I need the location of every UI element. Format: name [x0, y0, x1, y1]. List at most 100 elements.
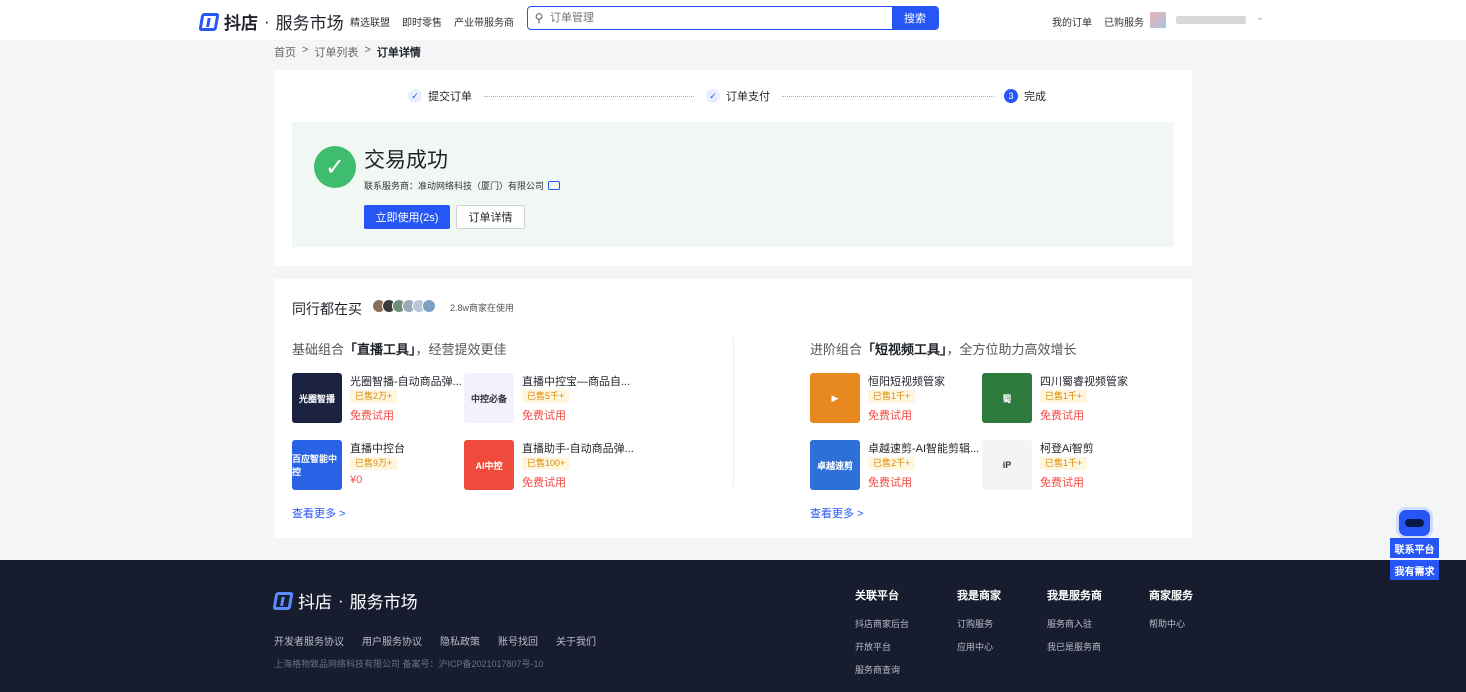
contact-platform-button[interactable]: 联系平台: [1390, 538, 1439, 558]
combo-title: 进阶组合「短视频工具」，全方位助力高效增长: [810, 339, 1077, 358]
success-title: 交易成功: [364, 149, 448, 172]
logo-icon: [272, 591, 294, 610]
top-nav: 精选联盟 即时零售 产业带服务商: [350, 14, 514, 29]
product-card[interactable]: 百应智能中控 直播中控台 已售9万+ ¥0: [292, 440, 462, 490]
product-card[interactable]: AI中控 直播助手-自动商品弹... 已售100+ 免费试用: [464, 440, 634, 490]
footer-column-title: 我是服务商: [1047, 590, 1102, 602]
product-thumbnail[interactable]: 蜀: [982, 373, 1032, 423]
vendor-contact: 联系服务商：准动网络科技（厦门）有限公司: [364, 179, 561, 192]
footer-column: 我是商家订购服务应用中心: [957, 587, 1001, 663]
order-steps: ✓ 提交订单 ✓ 订单支付 3 完成: [408, 88, 1048, 104]
product-name[interactable]: 卓越速剪-AI智能剪辑...: [868, 440, 983, 456]
product-card[interactable]: 卓越速剪 卓越速剪-AI智能剪辑... 已售2千+ 免费试用: [810, 440, 980, 490]
product-price: 免费试用: [350, 410, 394, 422]
step-submit: ✓ 提交订单: [408, 88, 472, 104]
footer-column-link[interactable]: 开放平台: [855, 640, 909, 653]
thumbnail-text: 光圈智播: [298, 393, 335, 404]
product-price: 免费试用: [1040, 477, 1084, 489]
footer-column-link[interactable]: 帮助中心: [1149, 617, 1193, 630]
my-orders-link[interactable]: 我的订单: [1052, 14, 1092, 29]
footer-column-title: 我是商家: [957, 590, 1001, 602]
step-complete: 3 完成: [1004, 88, 1046, 104]
site-logo[interactable]: 抖店 · 服务市场: [198, 9, 344, 34]
purchased-services-link[interactable]: 已购服务: [1104, 14, 1144, 29]
product-name[interactable]: 直播中控宝—商品自...: [522, 373, 637, 389]
product-name[interactable]: 光圈智播-自动商品弹...: [350, 373, 465, 389]
footer-column-link[interactable]: 订购服务: [957, 617, 1001, 630]
product-name[interactable]: 柯登Ai智剪: [1040, 440, 1155, 456]
combo-prefix: 进阶组合: [810, 342, 863, 357]
users-count: 2.8w商家在使用: [450, 303, 515, 313]
product-price: 免费试用: [868, 410, 912, 422]
robot-icon[interactable]: [1396, 507, 1433, 539]
footer-column-link[interactable]: 我已是服务商: [1047, 640, 1102, 653]
product-thumbnail[interactable]: 光圈智播: [292, 373, 342, 423]
breadcrumb-separator: >: [364, 44, 371, 56]
view-more-link[interactable]: 查看更多 >: [810, 505, 863, 521]
product-price: 免费试用: [868, 477, 912, 489]
view-more-link[interactable]: 查看更多 >: [292, 505, 345, 521]
step-pay: ✓ 订单支付: [706, 88, 770, 104]
sold-badge: 已售9万+: [350, 457, 398, 470]
footer-column-title: 商家服务: [1149, 590, 1193, 602]
footer-link[interactable]: 开发者服务协议: [274, 633, 344, 648]
submit-need-button[interactable]: 我有需求: [1390, 560, 1439, 580]
use-now-button[interactable]: 立即使用(2s): [364, 205, 450, 229]
product-name[interactable]: 直播中控台: [350, 440, 465, 456]
product-price: 免费试用: [522, 477, 566, 489]
product-thumbnail[interactable]: 中控必备: [464, 373, 514, 423]
nav-link-industry[interactable]: 产业带服务商: [454, 14, 514, 29]
footer-link[interactable]: 关于我们: [556, 633, 596, 648]
product-name[interactable]: 恒阳短视频管家: [868, 373, 983, 389]
product-card[interactable]: 光圈智播 光圈智播-自动商品弹... 已售2万+ 免费试用: [292, 373, 462, 423]
product-name[interactable]: 直播助手-自动商品弹...: [522, 440, 637, 456]
chat-icon[interactable]: [548, 181, 561, 190]
step-label: 提交订单: [428, 91, 472, 103]
step-label: 订单支付: [726, 91, 770, 103]
sold-badge: 已售1千+: [868, 390, 916, 403]
product-thumbnail[interactable]: AI中控: [464, 440, 514, 490]
breadcrumb-order-list[interactable]: 订单列表: [314, 44, 358, 60]
thumbnail-text: ▶: [831, 392, 839, 403]
footer-link[interactable]: 账号找回: [498, 633, 538, 648]
product-name[interactable]: 四川蜀睿视频管家: [1040, 373, 1155, 389]
footer-column-link[interactable]: 应用中心: [957, 640, 1001, 653]
nav-link-instant-retail[interactable]: 即时零售: [402, 14, 442, 29]
combo-highlight: 「短视频工具」: [862, 342, 947, 357]
product-card[interactable]: iP 柯登Ai智剪 已售1千+ 免费试用: [982, 440, 1152, 490]
logo-brand: 抖店: [298, 593, 332, 612]
check-icon: ✓: [408, 89, 422, 103]
username-blurred[interactable]: [1176, 16, 1246, 24]
product-card[interactable]: 中控必备 直播中控宝—商品自... 已售5千+ 免费试用: [464, 373, 634, 423]
footer-column-link[interactable]: 服务商查询: [855, 663, 909, 676]
product-thumbnail[interactable]: 百应智能中控: [292, 440, 342, 490]
nav-link-featured[interactable]: 精选联盟: [350, 14, 390, 29]
search-button[interactable]: 搜索: [892, 7, 938, 29]
footer-link[interactable]: 用户服务协议: [362, 633, 422, 648]
step-connector: [782, 96, 994, 97]
product-thumbnail[interactable]: 卓越速剪: [810, 440, 860, 490]
footer-link[interactable]: 隐私政策: [440, 633, 480, 648]
footer-column-link[interactable]: 服务商入驻: [1047, 617, 1102, 630]
search-input[interactable]: [550, 7, 892, 29]
product-thumbnail[interactable]: ▶: [810, 373, 860, 423]
product-card[interactable]: 蜀 四川蜀睿视频管家 已售1千+ 免费试用: [982, 373, 1152, 423]
top-bar: 抖店 · 服务市场 精选联盟 即时零售 产业带服务商 ⚲ 搜索 我的订单 已购服…: [0, 0, 1466, 40]
avatar[interactable]: [1150, 12, 1166, 28]
sold-badge: 已售1千+: [1040, 457, 1088, 470]
footer-column: 关联平台 抖店商家后台 开放平台 服务商查询: [855, 587, 909, 686]
chevron-down-icon[interactable]: ⌄: [1256, 12, 1264, 23]
breadcrumb-home[interactable]: 首页: [274, 44, 296, 60]
footer-logo[interactable]: 抖店 · 服务市场: [272, 588, 418, 613]
step-label: 完成: [1024, 91, 1046, 103]
footer-column-link[interactable]: 抖店商家后台: [855, 617, 909, 630]
check-icon: ✓: [706, 89, 720, 103]
order-detail-button[interactable]: 订单详情: [456, 205, 525, 229]
combo-suffix: ，全方位助力高效增长: [946, 342, 1077, 357]
product-thumbnail[interactable]: iP: [982, 440, 1032, 490]
breadcrumb-current: 订单详情: [376, 47, 421, 59]
product-card[interactable]: ▶ 恒阳短视频管家 已售1千+ 免费试用: [810, 373, 980, 423]
sold-badge: 已售5千+: [522, 390, 570, 403]
search-bar: ⚲ 搜索: [527, 6, 939, 30]
logo-separator: ·: [264, 11, 270, 31]
